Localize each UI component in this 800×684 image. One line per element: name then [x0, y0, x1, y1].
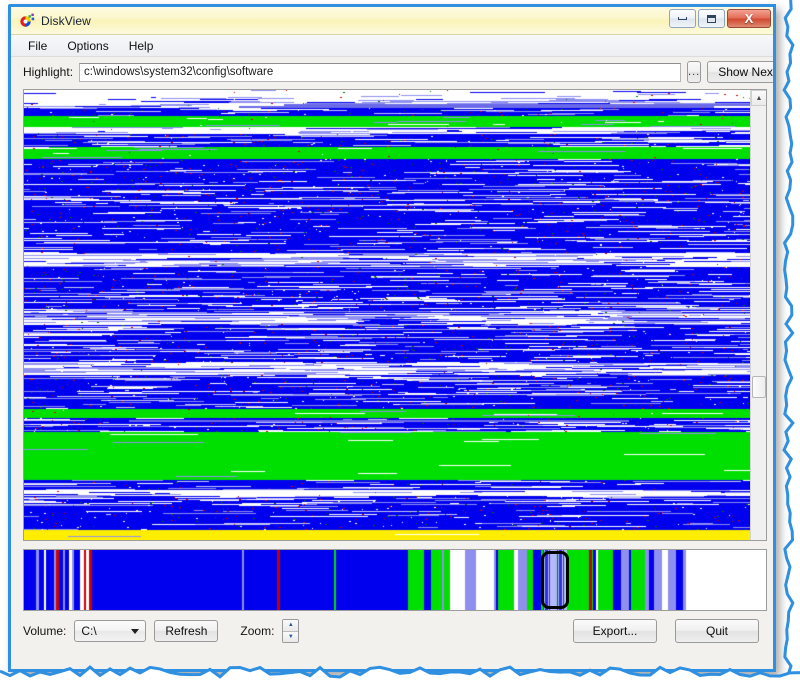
window-title: DiskView [41, 13, 91, 28]
overview-selection-bracket[interactable] [541, 551, 569, 609]
close-icon: X [744, 11, 754, 26]
minimize-icon [678, 17, 687, 20]
diskview-icon [19, 13, 35, 29]
highlight-toolbar: Highlight: c:\windows\system32\config\so… [11, 57, 773, 87]
menu-item-help[interactable]: Help [120, 37, 163, 55]
volume-overview-strip[interactable] [24, 550, 766, 610]
show-next-button[interactable]: Show Next [707, 61, 773, 83]
zoom-label: Zoom: [240, 624, 275, 638]
maximize-icon [707, 14, 716, 23]
volume-overview-pane[interactable] [23, 549, 767, 611]
zoom-down-arrow[interactable]: ▼ [283, 630, 299, 642]
cluster-map-pane[interactable]: ▲ [23, 89, 767, 541]
status-bar: Volume: C:\ Refresh Zoom: ▲ ▼ Export... … [11, 611, 773, 651]
maximize-button[interactable] [698, 9, 725, 28]
refresh-button[interactable]: Refresh [154, 620, 219, 642]
title-bar[interactable]: DiskView X [11, 7, 773, 35]
map-vertical-scrollbar[interactable]: ▲ [750, 90, 766, 540]
menu-bar: File Options Help [11, 35, 773, 57]
window-controls: X [669, 9, 771, 28]
screenshot-root: DiskView X File Options Help Highlight: [0, 0, 800, 684]
zoom-up-arrow[interactable]: ▲ [283, 620, 299, 631]
browse-button[interactable]: ... [687, 61, 702, 83]
volume-select[interactable]: C:\ [74, 620, 147, 642]
volume-select-value: C:\ [81, 624, 97, 638]
menu-item-options[interactable]: Options [58, 37, 117, 55]
quit-button[interactable]: Quit [675, 619, 759, 643]
highlight-label: Highlight: [23, 65, 74, 79]
menu-item-file[interactable]: File [19, 37, 56, 55]
scroll-up-arrow[interactable]: ▲ [751, 90, 766, 106]
highlight-input[interactable]: c:\windows\system32\config\software [79, 62, 682, 82]
scroll-thumb[interactable] [752, 376, 766, 398]
export-button[interactable]: Export... [573, 619, 657, 643]
action-buttons: Export... Quit [573, 619, 759, 643]
diskview-window: DiskView X File Options Help Highlight: [8, 4, 776, 672]
volume-label: Volume: [23, 624, 67, 638]
chevron-down-icon [131, 629, 140, 634]
cluster-map[interactable] [24, 90, 751, 540]
close-button[interactable]: X [727, 9, 771, 28]
minimize-button[interactable] [669, 9, 696, 28]
zoom-stepper[interactable]: ▲ ▼ [282, 619, 300, 643]
